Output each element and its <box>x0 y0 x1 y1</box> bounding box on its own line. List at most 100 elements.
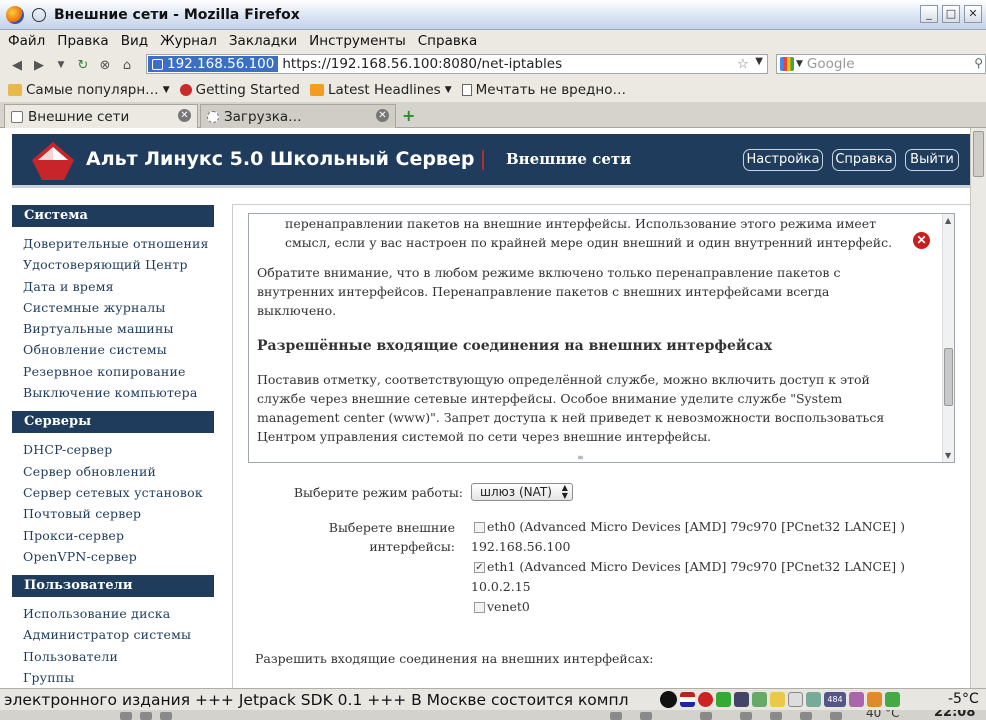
stop-icon[interactable]: ⊗ <box>94 58 116 73</box>
help-text: внутренних интерфейсов. Перенаправление … <box>257 284 830 299</box>
taskbar-app-icon[interactable] <box>140 712 152 720</box>
settings-button[interactable]: Настройка <box>743 149 823 171</box>
help-text: Обратите внимание, что в любом режиме вк… <box>257 265 841 280</box>
sidebar-item-trust[interactable]: Доверительные отношения <box>12 233 214 254</box>
search-input[interactable]: ▼ Google ⚲ <box>776 54 986 74</box>
bookmark-star-icon[interactable]: ☆ <box>737 56 749 72</box>
sidebar-item-dhcp[interactable]: DHCP-сервер <box>12 439 214 460</box>
close-tab-icon[interactable]: ✕ <box>376 109 389 122</box>
taskbar-app-icon[interactable] <box>120 712 132 720</box>
sidebar-item-openvpn[interactable]: OpenVPN-сервер <box>12 546 214 567</box>
logout-button[interactable]: Выйти <box>905 149 959 171</box>
sidebar-item-backup[interactable]: Резервное копирование <box>12 361 214 382</box>
window-title: Внешние сети - Mozilla Firefox <box>54 6 300 23</box>
sidebar-item-shutdown[interactable]: Выключение компьютера <box>12 382 214 403</box>
mail-icon[interactable] <box>867 692 882 707</box>
sync-icon[interactable] <box>885 692 900 707</box>
record-icon[interactable] <box>660 691 677 708</box>
scroll-down-icon[interactable]: ▼ <box>945 451 951 460</box>
menu-tools[interactable]: Инструменты <box>309 33 406 49</box>
menu-view[interactable]: Вид <box>121 33 148 49</box>
tab-loading[interactable]: Загрузка… ✕ <box>200 104 396 128</box>
eth0-checkbox[interactable] <box>474 522 485 533</box>
help-scrollbar[interactable]: ▲ ▼ <box>942 214 954 462</box>
menu-edit[interactable]: Правка <box>57 33 108 49</box>
bookmark-dream[interactable]: Мечтать не вредно… <box>461 82 626 98</box>
sidebar-item-datetime[interactable]: Дата и время <box>12 276 214 297</box>
menu-bookmarks[interactable]: Закладки <box>229 33 297 49</box>
sidebar-item-proxy[interactable]: Прокси-сервер <box>12 525 214 546</box>
taskbar-app-icon[interactable] <box>640 712 652 720</box>
new-tab-icon[interactable]: + <box>402 106 415 125</box>
scrollbar-thumb[interactable] <box>973 131 984 177</box>
reload-icon[interactable]: ↻ <box>72 58 94 73</box>
person-icon[interactable] <box>806 692 821 707</box>
scroll-up-icon[interactable]: ▲ <box>945 216 951 225</box>
save-icon[interactable] <box>734 692 749 707</box>
menu-help[interactable]: Справка <box>418 33 477 49</box>
page-scrollbar[interactable] <box>970 128 986 688</box>
download-icon[interactable] <box>752 692 767 707</box>
taskbar-clock[interactable]: 22:08 <box>934 710 975 720</box>
taskbar-app-icon[interactable] <box>610 712 622 720</box>
sidebar-item-vms[interactable]: Виртуальные машины <box>12 318 214 339</box>
scrollbar-thumb[interactable] <box>944 348 953 406</box>
close-window-button[interactable]: ✕ <box>964 5 982 23</box>
sidebar-item-ca[interactable]: Удостоверяющий Центр <box>12 254 214 275</box>
page-icon[interactable] <box>788 692 803 707</box>
bookmark-latest-headlines[interactable]: Latest Headlines ▼ <box>309 82 452 98</box>
search-engine-dropdown-icon[interactable]: ▼ <box>796 59 803 69</box>
taskbar-app-icon[interactable] <box>770 712 782 720</box>
url-bar[interactable]: 192.168.56.100 https://192.168.56.100:80… <box>146 54 768 74</box>
sidebar-item-groups[interactable]: Группы <box>12 667 214 688</box>
resize-grip-icon[interactable]: ≡ <box>577 453 584 462</box>
maximize-button[interactable]: □ <box>942 5 960 23</box>
sidebar-item-admin[interactable]: Администратор системы <box>12 624 214 645</box>
ticker-text[interactable]: электронного издания +++ Jetpack SDK 0.1… <box>0 691 652 709</box>
taskbar-app-icon[interactable] <box>740 712 752 720</box>
site-identity[interactable]: 192.168.56.100 <box>148 56 279 72</box>
bookmark-getting-started[interactable]: Getting Started <box>179 82 300 98</box>
back-icon[interactable]: ◀ <box>6 58 28 73</box>
sidebar-item-update[interactable]: Обновление системы <box>12 339 214 360</box>
close-tab-icon[interactable]: ✕ <box>178 109 191 122</box>
mode-select[interactable]: шлюз (NAT) ▲ ▼ <box>471 483 573 501</box>
taskbar-app-icon[interactable] <box>800 712 812 720</box>
gear-icon[interactable] <box>849 692 864 707</box>
sidebar-item-netinstall[interactable]: Сервер сетевых установок <box>12 482 214 503</box>
close-help-icon[interactable]: ✕ <box>913 232 930 249</box>
taskbar-app-icon[interactable] <box>160 712 172 720</box>
sidebar-item-disk-usage[interactable]: Использование диска <box>12 603 214 624</box>
lightbulb-icon[interactable] <box>770 692 785 707</box>
venet0-checkbox[interactable] <box>474 602 485 613</box>
home-icon[interactable]: ⌂ <box>116 58 138 73</box>
forward-icon[interactable]: ▶ <box>28 58 50 73</box>
help-button[interactable]: Справка <box>832 149 896 171</box>
weather-temperature[interactable]: -5°C <box>948 691 979 707</box>
adblock-icon[interactable] <box>698 692 713 707</box>
url-text[interactable]: https://192.168.56.100:8080/net-iptables <box>282 56 562 72</box>
eth1-checkbox[interactable]: ✓ <box>474 562 485 573</box>
taskbar-app-icon[interactable] <box>830 712 842 720</box>
flag-icon[interactable] <box>680 692 695 707</box>
help-text: службе через внешние сетевые интерфейсы.… <box>257 391 843 406</box>
sidebar-item-logs[interactable]: Системные журналы <box>12 297 214 318</box>
globe-icon <box>152 58 163 70</box>
counter-badge-icon[interactable]: 484 <box>824 692 846 707</box>
taskbar-app-icon[interactable] <box>700 712 712 720</box>
menu-history[interactable]: Журнал <box>160 33 217 49</box>
minimize-button[interactable]: _ <box>920 5 938 23</box>
menu-file[interactable]: Файл <box>8 33 45 49</box>
sidebar-item-update-server[interactable]: Сервер обновлений <box>12 461 214 482</box>
bookmark-most-visited[interactable]: Самые популярн… ▼ <box>8 82 170 98</box>
sidebar-item-users[interactable]: Пользователи <box>12 646 214 667</box>
google-icon[interactable] <box>780 57 794 71</box>
tab-external-networks[interactable]: Внешние сети ✕ <box>4 104 198 128</box>
history-dropdown-icon[interactable]: ▼ <box>50 60 72 70</box>
sidebar-item-mail[interactable]: Почтовый сервер <box>12 503 214 524</box>
pin-icon[interactable] <box>32 7 46 22</box>
puzzle-icon[interactable] <box>716 692 731 707</box>
url-dropdown-icon[interactable]: ▼ <box>755 56 763 67</box>
search-icon[interactable]: ⚲ <box>974 56 983 70</box>
interfaces-label: Выберете внешние <box>328 520 455 535</box>
